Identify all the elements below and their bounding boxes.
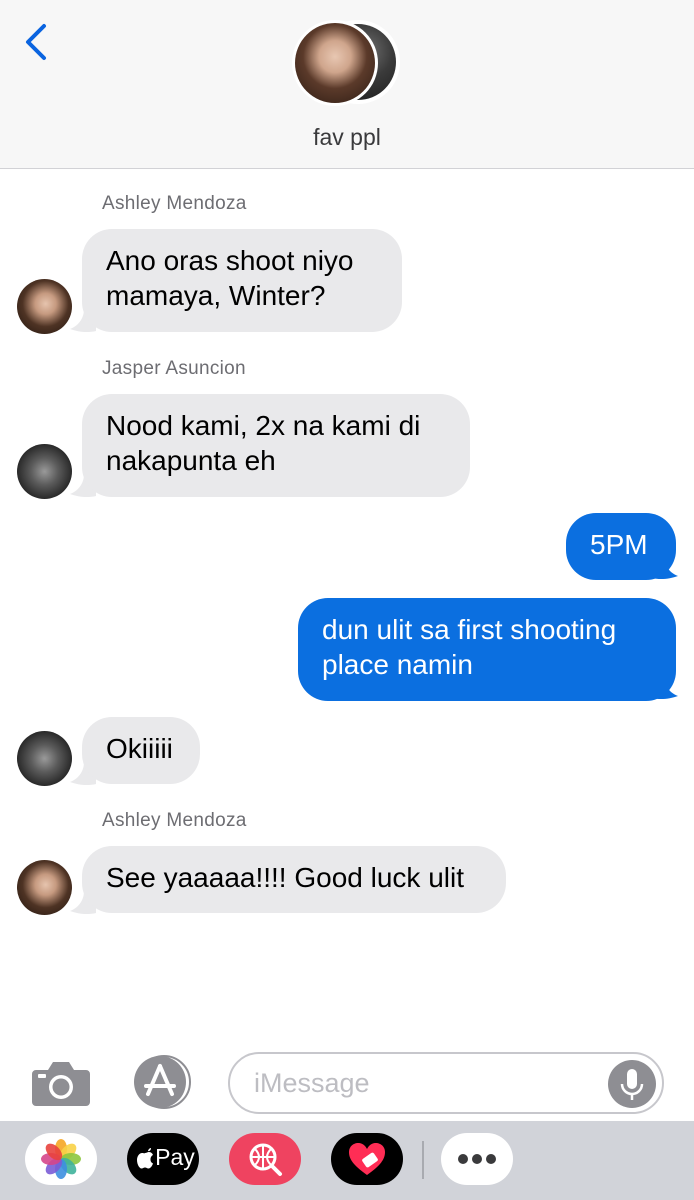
- message-bubble-incoming[interactable]: Nood kami, 2x na kami di nakapunta eh: [82, 394, 470, 497]
- message-bubble-incoming[interactable]: Okiiiii: [82, 717, 200, 784]
- imessage-placeholder: iMessage: [254, 1068, 370, 1098]
- apple-pay-label: Pay: [155, 1144, 195, 1170]
- photos-app-button[interactable]: [25, 1133, 97, 1185]
- microphone-icon: [620, 1069, 644, 1100]
- digital-touch-app-icon: [349, 1143, 385, 1175]
- imessage-app-drawer: Pay: [0, 1121, 694, 1200]
- drawer-divider: [422, 1141, 424, 1179]
- imessage-input[interactable]: iMessage: [228, 1052, 664, 1114]
- sender-avatar[interactable]: [17, 731, 72, 786]
- web-search-app-button[interactable]: [229, 1133, 301, 1185]
- group-avatar[interactable]: [292, 20, 404, 108]
- digital-touch-app-button[interactable]: [331, 1133, 403, 1185]
- group-member-avatar-front: [292, 20, 378, 106]
- message-bubble-incoming[interactable]: See yaaaaa!!!! Good luck ulit: [82, 846, 506, 913]
- conversation-header: fav ppl: [0, 0, 694, 169]
- message-bubble-incoming[interactable]: Ano oras shoot niyo mamaya, Winter?: [82, 229, 402, 332]
- sender-avatar[interactable]: [17, 444, 72, 499]
- sender-avatar[interactable]: [17, 860, 72, 915]
- message-bubble-outgoing[interactable]: dun ulit sa first shooting place namin: [298, 598, 676, 701]
- apple-pay-app-button[interactable]: Pay: [127, 1133, 199, 1185]
- more-apps-button[interactable]: [441, 1133, 513, 1185]
- back-button[interactable]: [18, 20, 58, 64]
- app-store-button[interactable]: [130, 1054, 196, 1110]
- chevron-left-icon: [26, 24, 46, 60]
- sender-name: Ashley Mendoza: [102, 193, 247, 214]
- camera-icon: [32, 1062, 90, 1106]
- more-apps-icon: [458, 1154, 496, 1164]
- camera-button[interactable]: [30, 1058, 92, 1108]
- sender-name: Jasper Asuncion: [102, 358, 246, 379]
- sender-name: Ashley Mendoza: [102, 810, 247, 831]
- web-search-app-icon: [249, 1143, 282, 1176]
- conversation-title[interactable]: fav ppl: [0, 124, 694, 151]
- app-store-icon: [134, 1055, 191, 1109]
- sender-avatar[interactable]: [17, 279, 72, 334]
- dictation-button[interactable]: [608, 1060, 656, 1108]
- photos-app-icon: [41, 1139, 81, 1179]
- message-input-bar: iMessage: [0, 1040, 694, 1124]
- message-bubble-outgoing[interactable]: 5PM: [566, 513, 676, 580]
